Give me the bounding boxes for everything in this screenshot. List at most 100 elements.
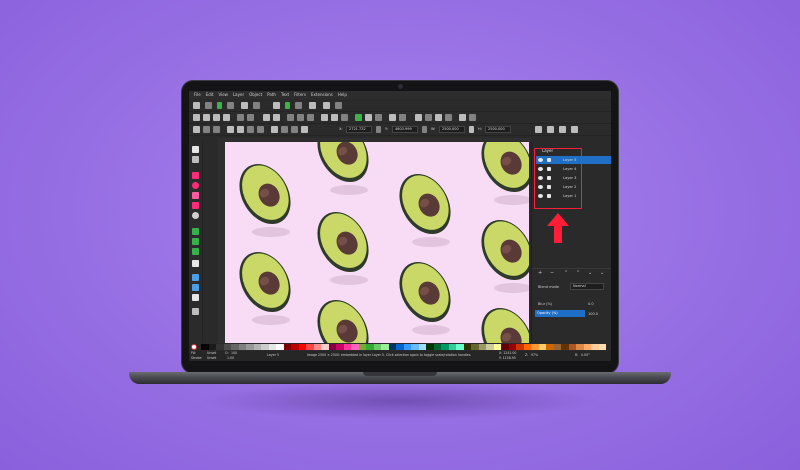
color-swatch[interactable] xyxy=(336,344,344,350)
color-swatch[interactable] xyxy=(261,344,269,350)
export-icon[interactable] xyxy=(247,114,254,121)
avocado-image[interactable] xyxy=(471,142,529,202)
zoom-drawing-icon[interactable] xyxy=(331,114,338,121)
color-swatch[interactable] xyxy=(493,344,501,350)
align-icon[interactable] xyxy=(459,114,466,121)
snap-toggle-icon[interactable] xyxy=(193,102,200,109)
color-swatch[interactable] xyxy=(523,344,531,350)
y-field[interactable]: 4603.999 xyxy=(392,126,418,133)
color-swatch[interactable] xyxy=(388,344,396,350)
color-swatch[interactable] xyxy=(396,344,404,350)
avocado-image[interactable] xyxy=(307,202,379,282)
flip-h-icon[interactable] xyxy=(247,126,254,133)
color-swatch[interactable] xyxy=(208,344,216,350)
preferences-icon[interactable] xyxy=(469,114,476,121)
snap-page-icon[interactable] xyxy=(273,102,280,109)
color-swatch[interactable] xyxy=(591,344,599,350)
deselect-icon[interactable] xyxy=(213,126,220,133)
color-swatch[interactable] xyxy=(508,344,516,350)
text-font-icon[interactable] xyxy=(425,114,432,121)
color-swatch[interactable] xyxy=(306,344,314,350)
color-swatch[interactable] xyxy=(358,344,366,350)
color-swatch[interactable] xyxy=(538,344,546,350)
stroke-value[interactable]: Unset xyxy=(207,356,216,360)
select-all-layers-icon[interactable] xyxy=(203,126,210,133)
lower-layer-icon[interactable]: ⌄ xyxy=(600,270,604,276)
x-spin-icon[interactable] xyxy=(376,126,381,133)
color-swatch[interactable] xyxy=(201,344,209,350)
stroke-width-value[interactable]: 1.00 xyxy=(227,356,234,360)
xml-editor-icon[interactable] xyxy=(445,114,452,121)
color-swatch[interactable] xyxy=(216,344,224,350)
current-layer-select[interactable]: Layer 5 xyxy=(267,353,279,357)
dropper-tool-icon[interactable] xyxy=(192,294,199,301)
select-all-icon[interactable] xyxy=(193,126,200,133)
remove-layer-icon[interactable]: − xyxy=(550,270,554,276)
menu-path[interactable]: Path xyxy=(267,91,276,99)
scale-stroke-icon[interactable] xyxy=(535,126,542,133)
color-swatch[interactable] xyxy=(441,344,449,350)
pen-tool-icon[interactable] xyxy=(192,228,199,235)
color-swatch[interactable] xyxy=(223,344,231,350)
calligraphy-tool-icon[interactable] xyxy=(192,248,199,255)
move-down-icon[interactable]: ⌄ xyxy=(588,270,592,276)
no-paint-icon[interactable] xyxy=(191,344,197,350)
color-swatch[interactable] xyxy=(456,344,464,350)
duplicate-icon[interactable] xyxy=(355,114,362,121)
avocado-image[interactable] xyxy=(471,210,529,290)
snap-paths-icon[interactable] xyxy=(241,102,248,109)
color-swatch[interactable] xyxy=(478,344,486,350)
snap-rotation-icon[interactable] xyxy=(309,102,316,109)
zoom-page-icon[interactable] xyxy=(341,114,348,121)
flip-v-icon[interactable] xyxy=(257,126,264,133)
ellipse-tool-icon[interactable] xyxy=(192,182,199,189)
menu-object[interactable]: Object xyxy=(249,91,262,99)
lower-icon[interactable] xyxy=(291,126,298,133)
snap-bbox-icon[interactable] xyxy=(217,102,222,109)
blur-value[interactable]: 0.0 xyxy=(588,302,594,306)
avocado-image[interactable] xyxy=(229,242,301,322)
opacity-value[interactable]: 100.0 xyxy=(588,312,598,316)
text-tool-icon[interactable] xyxy=(192,260,199,267)
color-swatch[interactable] xyxy=(313,344,321,350)
clone-icon[interactable] xyxy=(365,114,372,121)
color-swatch[interactable] xyxy=(561,344,569,350)
menu-edit[interactable]: Edit xyxy=(206,91,214,99)
mesh-tool-icon[interactable] xyxy=(192,284,199,291)
color-swatch[interactable] xyxy=(343,344,351,350)
lower-bottom-icon[interactable] xyxy=(301,126,308,133)
menu-text[interactable]: Text xyxy=(281,91,289,99)
snap-options-icon[interactable] xyxy=(205,102,212,109)
scale-corners-icon[interactable] xyxy=(547,126,554,133)
3d-box-tool-icon[interactable] xyxy=(192,202,199,209)
open-file-icon[interactable] xyxy=(203,114,210,121)
color-swatch[interactable] xyxy=(253,344,261,350)
color-swatch[interactable] xyxy=(471,344,479,350)
ungroup-icon[interactable] xyxy=(399,114,406,121)
color-swatch[interactable] xyxy=(568,344,576,350)
color-swatch[interactable] xyxy=(321,344,329,350)
color-swatch[interactable] xyxy=(283,344,291,350)
raise-layer-icon[interactable]: ⌃ xyxy=(564,270,568,276)
color-swatch[interactable] xyxy=(403,344,411,350)
color-swatch[interactable] xyxy=(291,344,299,350)
blend-mode-select[interactable]: Normal xyxy=(570,283,604,290)
avocado-image[interactable] xyxy=(307,290,379,343)
spiral-tool-icon[interactable] xyxy=(192,212,199,219)
color-swatch[interactable] xyxy=(246,344,254,350)
color-swatch[interactable] xyxy=(426,344,434,350)
color-swatch[interactable] xyxy=(486,344,494,350)
transform-gradients-icon[interactable] xyxy=(559,126,566,133)
avocado-image[interactable] xyxy=(389,252,461,332)
menu-view[interactable]: View xyxy=(218,91,228,99)
color-swatch[interactable] xyxy=(448,344,456,350)
color-swatch[interactable] xyxy=(418,344,426,350)
color-swatch[interactable] xyxy=(366,344,374,350)
color-swatch[interactable] xyxy=(598,344,606,350)
zoom-tool-icon[interactable] xyxy=(192,308,199,315)
color-swatch[interactable] xyxy=(546,344,554,350)
paste-icon[interactable] xyxy=(307,114,314,121)
color-swatch[interactable] xyxy=(276,344,284,350)
color-swatch[interactable] xyxy=(328,344,336,350)
color-swatch[interactable] xyxy=(351,344,359,350)
